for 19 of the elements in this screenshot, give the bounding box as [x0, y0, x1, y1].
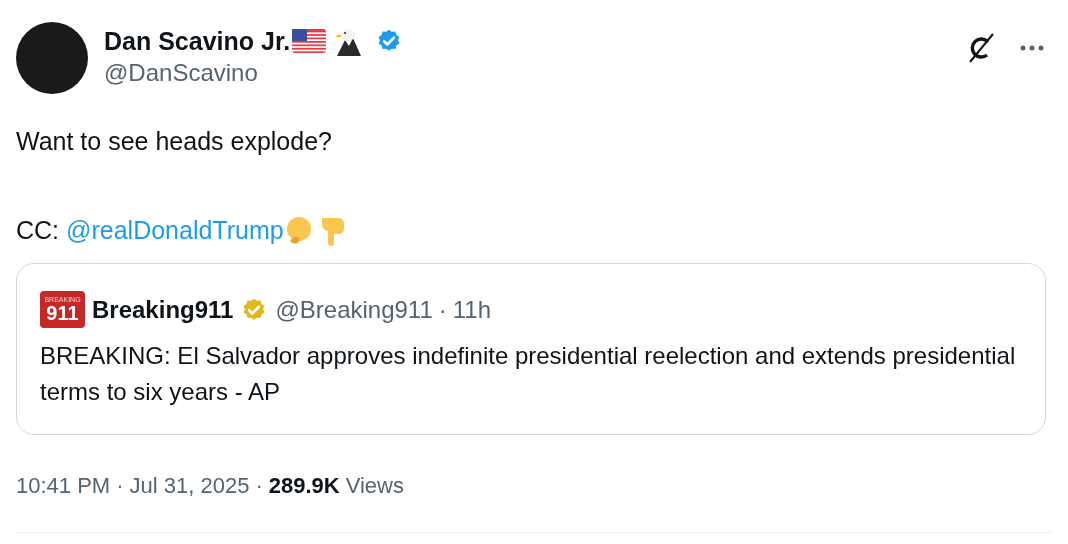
views-label: Views: [345, 472, 404, 500]
quoted-handle: @Breaking911: [275, 294, 433, 325]
separator: ·: [116, 472, 124, 500]
quoted-time: 11h: [452, 294, 492, 325]
logo-number: 911: [46, 303, 79, 323]
quoted-name: Breaking911: [92, 294, 234, 325]
display-name[interactable]: Dan Scavino Jr.: [104, 24, 291, 58]
quoted-text: BREAKING: El Salvador approves indefinite presidential reelection and extends presidential terms to six years - AP: [40, 341, 1017, 407]
tweet-text: Want to see heads explode?: [16, 126, 333, 156]
tweet-date[interactable]: Jul 31, 2025: [129, 469, 250, 502]
views-count: 289.9K: [268, 472, 340, 500]
separator: ·: [255, 472, 263, 500]
separator: ·: [438, 294, 447, 325]
flag-icon: [292, 29, 327, 53]
grok-icon[interactable]: [966, 32, 996, 64]
cc-label: CC:: [16, 215, 60, 245]
tweet-time[interactable]: 10:41 PM: [16, 469, 111, 502]
more-icon[interactable]: [1020, 44, 1044, 52]
handle[interactable]: @DanScavino: [104, 58, 966, 88]
